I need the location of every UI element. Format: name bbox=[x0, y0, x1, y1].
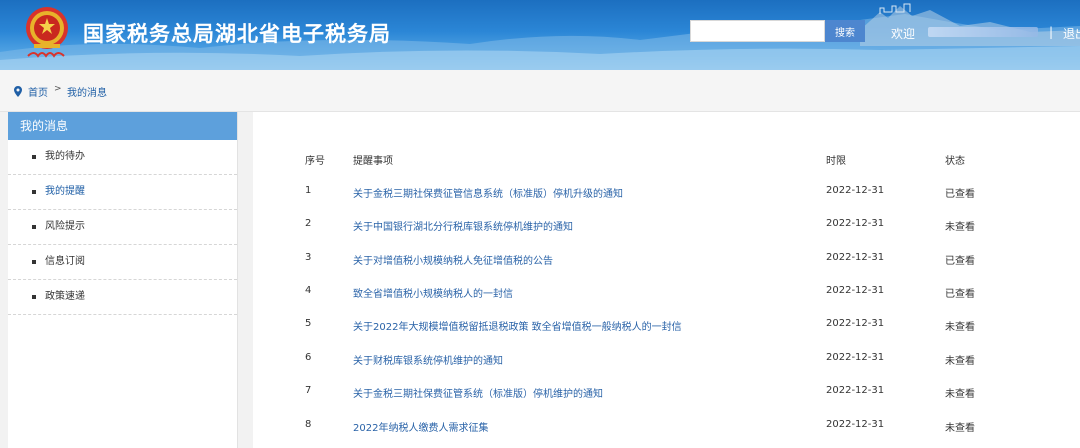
reminder-link[interactable]: 致全省增值税小规模纳税人的一封信 bbox=[353, 285, 513, 300]
site-title: 国家税务总局湖北省电子税务局 bbox=[83, 22, 391, 46]
reminder-link[interactable]: 关于金税三期社保费征管系统（标准版）停机维护的通知 bbox=[353, 385, 603, 400]
bullet-icon bbox=[32, 295, 36, 299]
row-number: 1 bbox=[305, 185, 312, 196]
reminder-link[interactable]: 关于金税三期社保费征管信息系统（标准版）停机升级的通知 bbox=[353, 185, 623, 200]
row-number: 6 bbox=[305, 352, 312, 363]
row-status: 已查看 bbox=[945, 289, 975, 300]
row-status: 未查看 bbox=[945, 423, 975, 434]
reminder-link[interactable]: 关于2022年大规模增值税留抵退税政策 致全省增值税一般纳税人的一封信 bbox=[353, 318, 682, 333]
logout-link[interactable]: 退出 bbox=[1063, 25, 1080, 42]
row-number: 3 bbox=[305, 252, 312, 263]
sidebar-item-label: 信息订阅 bbox=[45, 256, 85, 267]
sidebar-item-label: 我的提醒 bbox=[45, 186, 85, 197]
row-status: 未查看 bbox=[945, 222, 975, 233]
column-header-status: 状态 bbox=[945, 156, 965, 167]
bullet-icon bbox=[32, 225, 36, 229]
sidebar-item-my-reminders[interactable]: 我的提醒 bbox=[8, 175, 237, 210]
search-button[interactable]: 搜索 bbox=[825, 20, 865, 42]
row-status: 未查看 bbox=[945, 322, 975, 333]
search-input[interactable] bbox=[690, 20, 825, 42]
bullet-icon bbox=[32, 190, 36, 194]
row-deadline: 2022-12-31 bbox=[826, 419, 885, 430]
reminder-link[interactable]: 关于中国银行湖北分行税库银系统停机维护的通知 bbox=[353, 218, 573, 233]
reminder-link[interactable]: 关于财税库银系统停机维护的通知 bbox=[353, 352, 503, 367]
breadcrumb-home-link[interactable]: 首页 bbox=[28, 84, 48, 99]
row-status: 未查看 bbox=[945, 389, 975, 400]
header-separator: | bbox=[1049, 25, 1054, 39]
reminder-link[interactable]: 2022年纳税人缴费人需求征集 bbox=[353, 419, 488, 434]
row-status: 已查看 bbox=[945, 189, 975, 200]
sidebar-item-subscriptions[interactable]: 信息订阅 bbox=[8, 245, 237, 280]
column-header-deadline: 时限 bbox=[826, 156, 846, 167]
reminder-link[interactable]: 关于对增值税小规模纳税人免征增值税的公告 bbox=[353, 252, 553, 267]
row-number: 4 bbox=[305, 285, 312, 296]
sidebar-item-risk-alerts[interactable]: 风险提示 bbox=[8, 210, 237, 245]
row-number: 2 bbox=[305, 218, 312, 229]
username-redacted bbox=[928, 27, 1038, 37]
tax-bureau-emblem-icon bbox=[26, 7, 68, 58]
row-number: 5 bbox=[305, 318, 312, 329]
row-deadline: 2022-12-31 bbox=[826, 352, 885, 363]
sidebar: 我的消息 我的待办 我的提醒 风险提示 信息订阅 政策速递 bbox=[8, 112, 238, 448]
bullet-icon bbox=[32, 155, 36, 159]
row-deadline: 2022-12-31 bbox=[826, 218, 885, 229]
row-status: 已查看 bbox=[945, 256, 975, 267]
sidebar-item-policy-express[interactable]: 政策速递 bbox=[8, 280, 237, 315]
sidebar-item-label: 我的待办 bbox=[45, 151, 85, 162]
breadcrumb-separator: > bbox=[54, 84, 62, 94]
sidebar-item-my-todo[interactable]: 我的待办 bbox=[8, 140, 237, 175]
reminder-table-panel: 序号 提醒事项 时限 状态 1 关于金税三期社保费征管信息系统（标准版）停机升级… bbox=[253, 112, 1080, 448]
row-number: 7 bbox=[305, 385, 312, 396]
row-deadline: 2022-12-31 bbox=[826, 252, 885, 263]
sidebar-item-label: 风险提示 bbox=[45, 221, 85, 232]
site-header: 国家税务总局湖北省电子税务局 搜索 欢迎 | 退出 bbox=[0, 0, 1080, 70]
breadcrumb: 首页 > 我的消息 bbox=[0, 70, 1080, 112]
row-number: 8 bbox=[305, 419, 312, 430]
row-status: 未查看 bbox=[945, 356, 975, 367]
bullet-icon bbox=[32, 260, 36, 264]
column-header-title: 提醒事项 bbox=[353, 156, 393, 167]
row-deadline: 2022-12-31 bbox=[826, 185, 885, 196]
row-deadline: 2022-12-31 bbox=[826, 285, 885, 296]
sidebar-title: 我的消息 bbox=[8, 112, 237, 140]
breadcrumb-current[interactable]: 我的消息 bbox=[67, 84, 107, 99]
row-deadline: 2022-12-31 bbox=[826, 318, 885, 329]
welcome-label: 欢迎 bbox=[891, 27, 916, 41]
column-header-no: 序号 bbox=[305, 156, 325, 167]
row-deadline: 2022-12-31 bbox=[826, 385, 885, 396]
sidebar-item-label: 政策速递 bbox=[45, 291, 85, 302]
location-pin-icon bbox=[14, 86, 22, 97]
